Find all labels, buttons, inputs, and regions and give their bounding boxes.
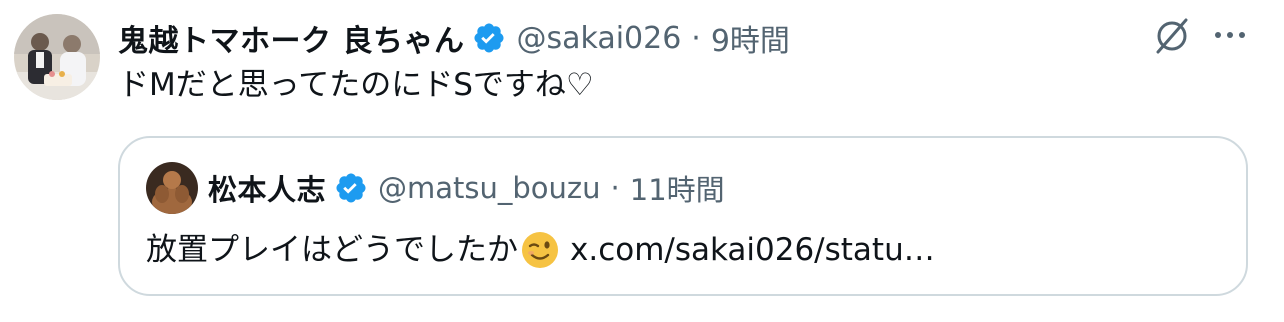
- tweet-header: 鬼越トマホーク 良ちゃん @sakai026 · 9時間: [118, 14, 790, 62]
- author-avatar[interactable]: [14, 14, 100, 100]
- quoted-author-handle[interactable]: @matsu_bouzu: [378, 171, 601, 205]
- author-handle[interactable]: @sakai026: [516, 21, 681, 56]
- quoted-tweet[interactable]: 松本人志 @matsu_bouzu · 11時間 放置プレイはどうでしたか x.…: [118, 136, 1248, 296]
- tweet-timestamp[interactable]: 9時間: [711, 16, 790, 60]
- quoted-tweet-text-row: 放置プレイはどうでしたか x.com/sakai026/statu…: [146, 226, 935, 274]
- verified-badge-icon[interactable]: [472, 21, 506, 55]
- verified-badge-icon[interactable]: [334, 171, 368, 205]
- more-options-icon[interactable]: [1210, 20, 1250, 50]
- quoted-tweet-timestamp[interactable]: 11時間: [630, 167, 725, 209]
- author-display-name[interactable]: 鬼越トマホーク 良ちゃん: [118, 16, 464, 60]
- tweet[interactable]: 鬼越トマホーク 良ちゃん @sakai026 · 9時間 ドMだと思ってたのにド…: [0, 0, 1284, 322]
- tweet-text: ドMだと思ってたのにドSですね♡: [118, 67, 594, 103]
- quoted-tweet-text: 放置プレイはどうでしたか: [146, 232, 518, 268]
- grok-icon[interactable]: [1152, 16, 1192, 56]
- quoted-tweet-header: 松本人志 @matsu_bouzu · 11時間: [208, 166, 725, 210]
- quoted-author-display-name[interactable]: 松本人志: [208, 167, 326, 209]
- header-separator: ·: [691, 20, 701, 56]
- winking-face-emoji: [520, 230, 560, 270]
- quoted-tweet-link[interactable]: x.com/sakai026/statu…: [570, 226, 935, 274]
- quoted-header-separator: ·: [610, 171, 620, 205]
- quoted-author-avatar[interactable]: [146, 162, 198, 214]
